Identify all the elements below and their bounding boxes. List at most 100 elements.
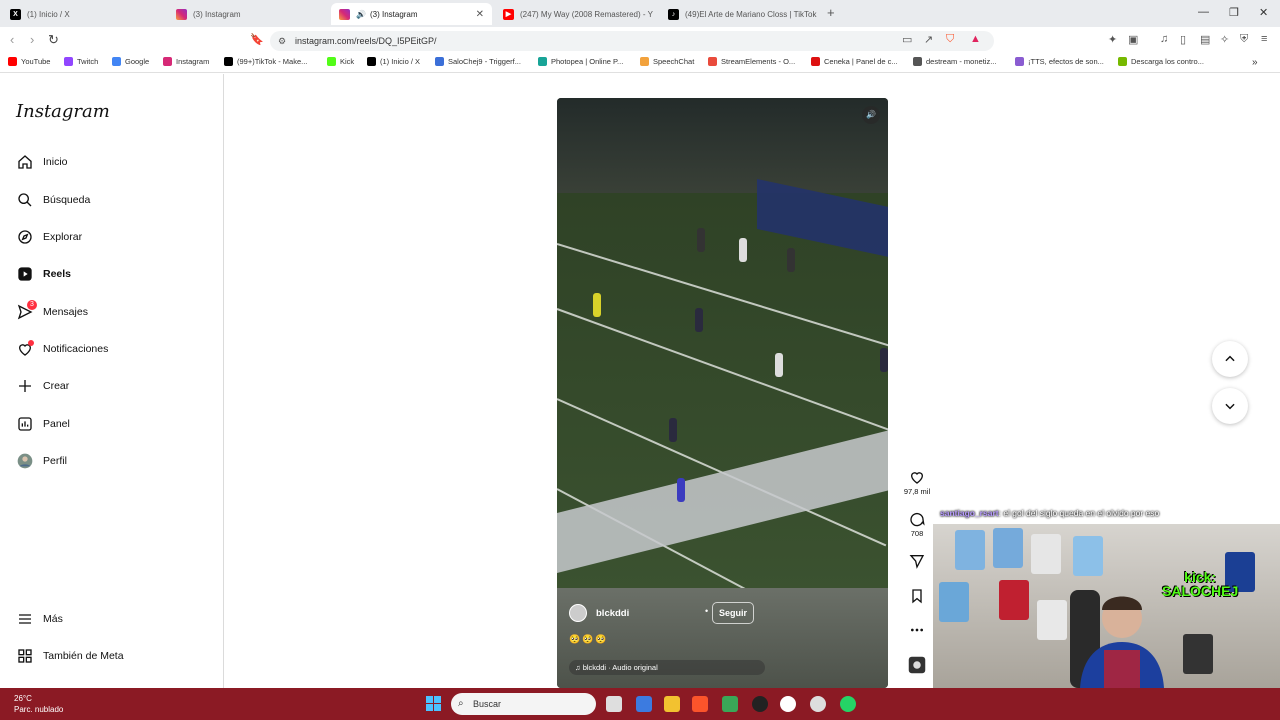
audio-thumbnail[interactable] — [902, 656, 932, 676]
bookmark-kick[interactable]: Kick — [327, 57, 354, 66]
bookmark-destream[interactable]: destream - monetiz... — [913, 57, 996, 66]
messages-icon: 3 — [16, 299, 37, 321]
nav-item-crear[interactable]: Crear — [16, 375, 69, 397]
video-player — [880, 348, 888, 372]
more-icon[interactable] — [909, 622, 925, 638]
obs-icon[interactable] — [780, 696, 796, 712]
bookmark-triggerfyre[interactable]: SaloChej9 - Triggerf... — [435, 57, 521, 66]
nav-item-tambien-de-meta[interactable]: También de Meta — [16, 645, 124, 667]
heart-icon[interactable] — [909, 469, 925, 485]
bookmark-icon[interactable]: 🔖 — [250, 33, 264, 46]
nav-item-panel[interactable]: Panel — [16, 413, 70, 435]
audio-track-icon[interactable] — [908, 656, 926, 674]
new-tab-icon[interactable]: + — [827, 5, 835, 20]
file-explorer-icon[interactable] — [664, 696, 680, 712]
notification-dot — [28, 339, 34, 346]
task-view-icon[interactable] — [606, 696, 622, 712]
like-action[interactable]: 97,8 mil — [902, 469, 932, 496]
brave-rewards-icon[interactable]: ▲ — [970, 33, 981, 45]
site-info-icon[interactable]: ⚙ — [278, 31, 286, 51]
more-action[interactable] — [902, 622, 932, 640]
share-action[interactable] — [902, 553, 932, 571]
app-icon[interactable] — [722, 696, 738, 712]
store-icon[interactable] — [636, 696, 652, 712]
weather-widget[interactable]: 26°C Parc. nublado — [14, 693, 63, 715]
tab-x[interactable]: X (1) Inicio / X — [2, 3, 168, 25]
destream-icon — [913, 57, 922, 66]
share-icon[interactable]: ↗ — [924, 33, 933, 46]
music-icon[interactable]: ♫ — [1160, 33, 1168, 45]
menu-icon[interactable]: ≡ — [1261, 33, 1267, 45]
bookmark-streamelements[interactable]: StreamElements - O... — [708, 57, 795, 66]
bookmark-label: SpeechChat — [653, 57, 695, 66]
bookmark-tiktok[interactable]: (99+)TikTok - Make... — [224, 57, 307, 66]
more-bookmarks-icon[interactable]: » — [1252, 57, 1258, 68]
url-text: instagram.com/reels/DQ_I5PEitGP/ — [295, 36, 437, 46]
nav-item-reels[interactable]: Reels — [16, 263, 71, 285]
next-reel-button[interactable] — [1212, 388, 1248, 424]
minimize-icon[interactable]: — — [1198, 6, 1209, 18]
bookmark-tts[interactable]: ¡TTS, efectos de son... — [1015, 57, 1104, 66]
bookmark-drivers[interactable]: Descarga los contro... — [1118, 57, 1204, 66]
youtube-icon: ▶ — [503, 8, 514, 20]
tab-instagram-active[interactable]: 🔊 (3) Instagram ✕ — [331, 3, 492, 25]
audio-attribution[interactable]: ♫ blckddi · Audio original — [569, 660, 765, 675]
wallet-icon[interactable]: ▤ — [1200, 33, 1210, 46]
leo-icon[interactable]: ✧ — [1220, 33, 1229, 46]
tab-instagram-1[interactable]: (3) Instagram — [168, 3, 330, 25]
bookmark-icon[interactable] — [909, 588, 925, 604]
bookmark-instagram[interactable]: Instagram — [163, 57, 209, 66]
tts-icon — [1015, 57, 1024, 66]
nav-item-mas[interactable]: Más — [16, 608, 63, 630]
send-icon[interactable] — [909, 553, 925, 569]
brave-icon[interactable] — [692, 696, 708, 712]
bookmark-google[interactable]: Google — [112, 57, 149, 66]
taskbar-search[interactable]: ⌕ Buscar — [451, 693, 596, 715]
close-window-icon[interactable]: ✕ — [1259, 6, 1268, 19]
nav-item-inicio[interactable]: Inicio — [16, 151, 68, 173]
close-tab-icon[interactable]: ✕ — [476, 9, 484, 20]
save-action[interactable] — [902, 588, 932, 606]
restore-icon[interactable]: ❐ — [1229, 6, 1239, 19]
extensions-icon[interactable]: ✦ — [1108, 33, 1117, 46]
vpn-icon[interactable]: ⛨ — [1240, 33, 1248, 46]
bookmark-label: Instagram — [176, 57, 210, 66]
instagram-logo[interactable]: Instagram — [16, 101, 110, 122]
bookmark-youtube[interactable]: YouTube — [8, 57, 50, 66]
volume-icon[interactable]: 🔊 — [862, 106, 880, 124]
reload-icon[interactable]: ↻ — [48, 32, 59, 48]
comment-action[interactable]: 708 — [902, 511, 932, 538]
nav-item-perfil[interactable]: Perfil — [16, 450, 67, 472]
windows-start-icon[interactable] — [426, 696, 441, 711]
tab-youtube[interactable]: ▶ (247) My Way (2008 Remastered) - Y — [495, 3, 657, 25]
home-icon — [16, 154, 33, 171]
bookmark-speechchat[interactable]: SpeechChat — [640, 57, 694, 66]
brave-shield-icon[interactable]: ⛉ — [946, 33, 954, 46]
comment-icon[interactable] — [909, 511, 925, 527]
screenshot-icon[interactable]: ▣ — [1128, 33, 1138, 46]
nav-item-notificaciones[interactable]: Notificaciones — [16, 338, 108, 360]
bookmark-twitch[interactable]: Twitch — [64, 57, 98, 66]
author-username[interactable]: blckddi — [596, 608, 629, 619]
cast-icon[interactable]: ▭ — [902, 33, 912, 46]
nav-item-explorar[interactable]: Explorar — [16, 226, 82, 248]
reel-video[interactable]: 🔊 blckddi • Seguir 🥺🥺🥺 ♫ blckddi · Audio… — [557, 98, 888, 688]
previous-reel-button[interactable] — [1212, 341, 1248, 377]
bookmark-photopea[interactable]: Photopea | Online P... — [538, 57, 623, 66]
app-icon[interactable] — [752, 696, 768, 712]
bookmark-ceneka[interactable]: Ceneka | Panel de c... — [811, 57, 898, 66]
nav-item-mensajes[interactable]: 3 Mensajes — [16, 299, 88, 323]
follow-button[interactable]: Seguir — [712, 602, 755, 624]
reel-author[interactable]: blckddi — [569, 604, 629, 622]
nav-item-busqueda[interactable]: Búsqueda — [16, 189, 90, 211]
back-icon[interactable]: ‹ — [10, 32, 14, 47]
author-avatar[interactable] — [569, 604, 587, 622]
whatsapp-icon[interactable] — [840, 696, 856, 712]
bookmark-x[interactable]: (1) Inicio / X — [367, 57, 420, 66]
chat-text: : el gol del siglo queda en el olvido po… — [998, 508, 1160, 518]
forward-icon[interactable]: › — [30, 32, 34, 47]
tab-tiktok[interactable]: ♪ (49)El Arte de Mariano Closs | TikTok — [660, 3, 820, 25]
sidebar-toggle-icon[interactable]: ▯ — [1180, 33, 1186, 46]
url-bar[interactable]: ⚙ instagram.com/reels/DQ_I5PEitGP/ — [270, 31, 994, 51]
settings-icon[interactable] — [810, 696, 826, 712]
